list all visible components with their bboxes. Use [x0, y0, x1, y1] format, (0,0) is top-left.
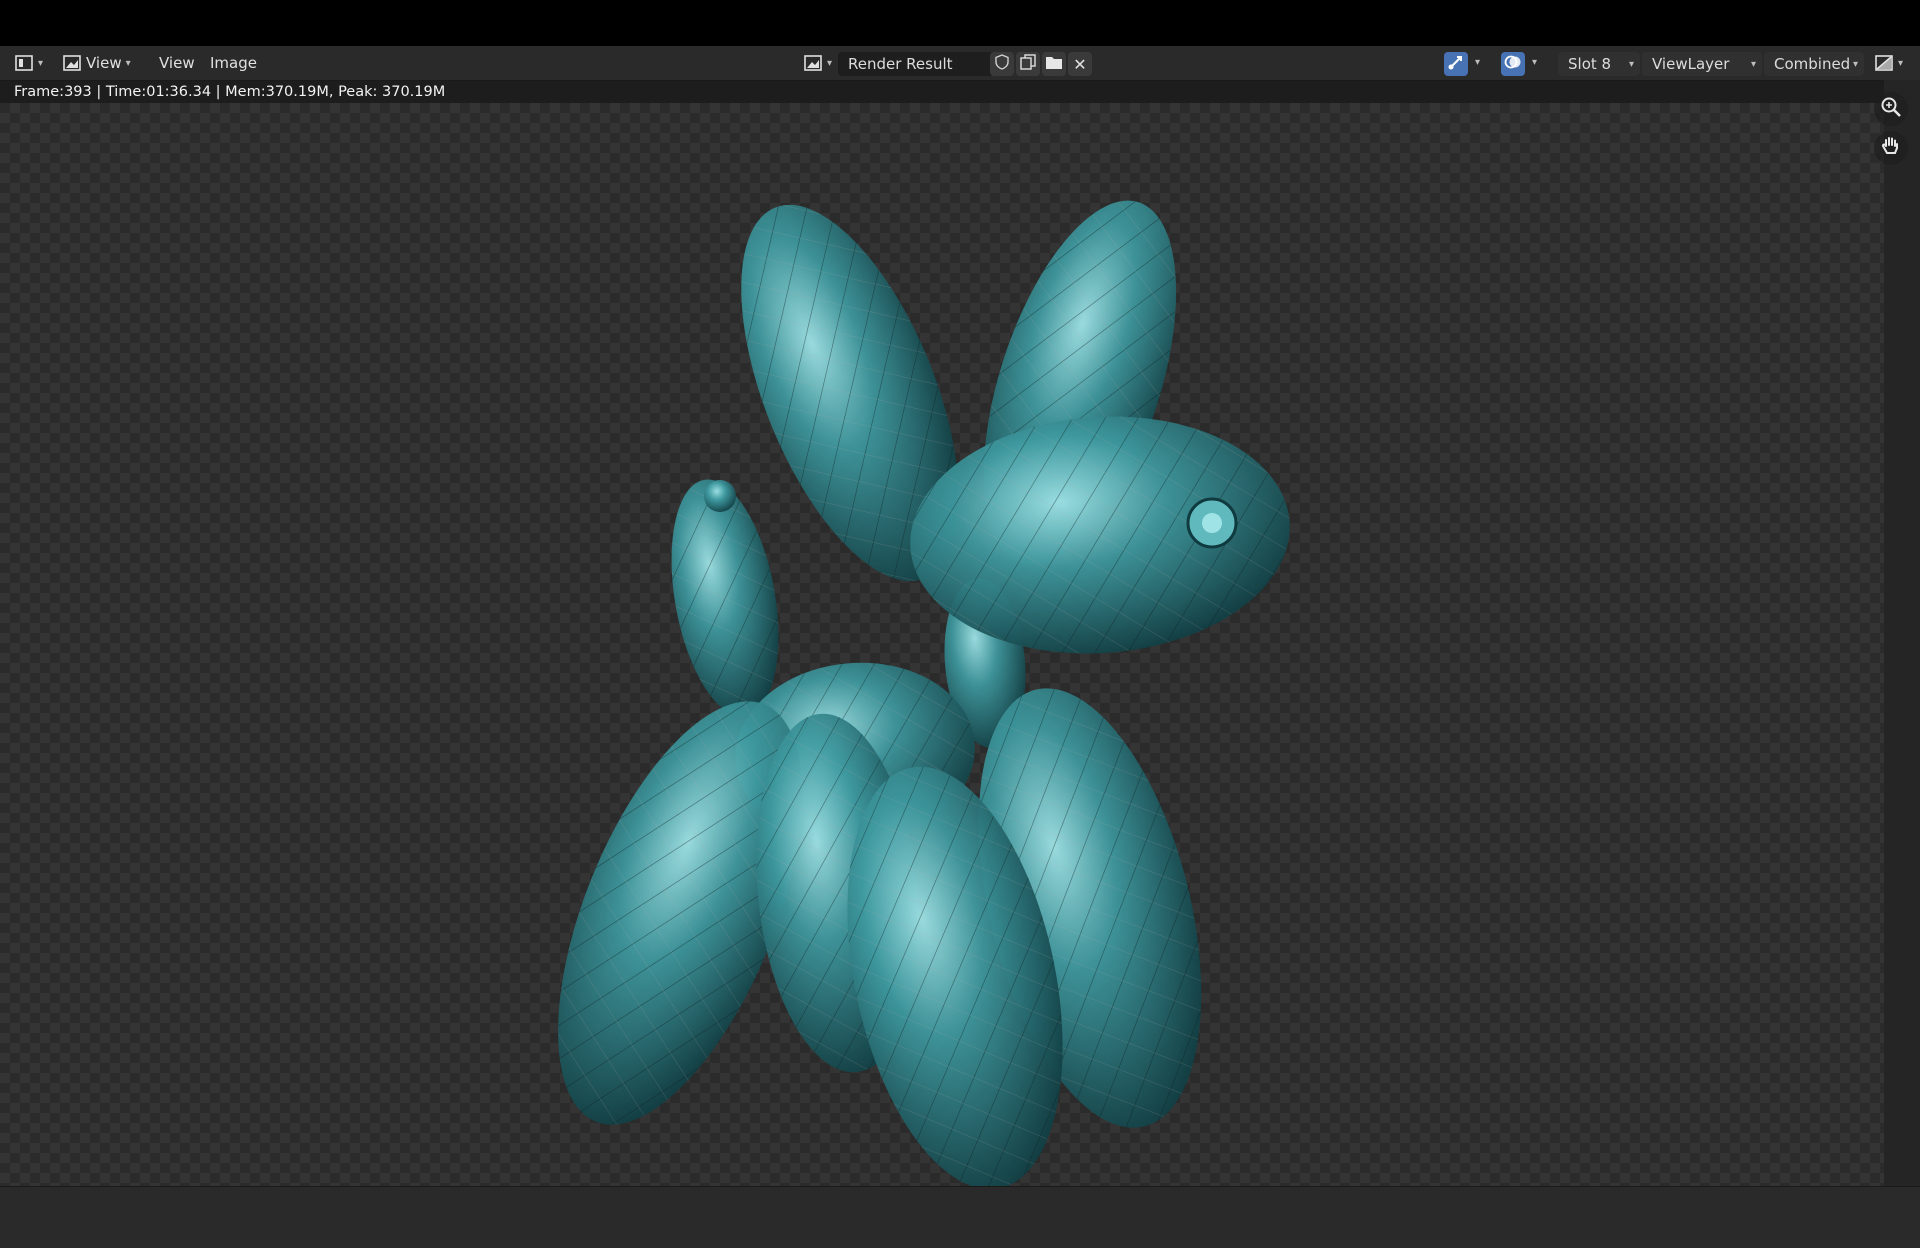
editor-type-button[interactable]: ▾	[14, 51, 43, 75]
image-editor-header: ▾ View ▾ View Image ▾ Render Result ✕ ▾ …	[0, 46, 1920, 81]
gizmo-options-chevron-down-icon[interactable]: ▾	[1475, 57, 1480, 68]
hand-icon	[1880, 135, 1902, 161]
view-menu[interactable]: View	[159, 51, 195, 75]
display-channels-dropdown[interactable]: ▾	[1874, 51, 1903, 75]
chevron-down-icon: ▾	[1750, 58, 1756, 70]
slot-dropdown[interactable]: Slot 8 ▾	[1558, 52, 1640, 76]
image-editor-icon	[14, 53, 34, 73]
window-top-bar	[0, 0, 1920, 46]
render-result-image	[558, 200, 1290, 1190]
image-name: Render Result	[848, 55, 953, 73]
slot-label: Slot 8	[1568, 55, 1612, 73]
fake-user-button[interactable]	[990, 52, 1014, 76]
chevron-down-icon: ▾	[1628, 58, 1634, 70]
open-image-button[interactable]	[1042, 52, 1066, 76]
duplicate-image-button[interactable]	[1016, 52, 1040, 76]
chevron-down-icon: ▾	[125, 57, 131, 69]
folder-icon	[1045, 54, 1063, 74]
chevron-down-icon: ▾	[1898, 57, 1904, 69]
overlay-options-chevron-down-icon[interactable]: ▾	[1532, 57, 1537, 68]
view-mode-dropdown[interactable]: View ▾	[62, 51, 131, 75]
pan-button[interactable]	[1874, 131, 1908, 165]
view-mode-label: View	[86, 54, 122, 72]
image-canvas[interactable]	[0, 103, 1884, 1190]
overlay-icon	[1504, 53, 1522, 75]
image-menu[interactable]: Image	[210, 51, 257, 75]
display-channels-icon	[1874, 53, 1894, 73]
render-pass-dropdown[interactable]: Combined ▾	[1764, 52, 1864, 76]
duplicate-icon	[1020, 54, 1036, 74]
image-view-icon	[62, 53, 82, 73]
zoom-button[interactable]	[1874, 92, 1908, 126]
bottom-bar	[0, 1186, 1920, 1248]
unlink-image-button[interactable]: ✕	[1068, 52, 1092, 76]
balloon-dog-render	[558, 200, 1290, 1190]
zoom-icon	[1880, 96, 1902, 122]
shield-icon	[994, 54, 1010, 74]
view-layer-dropdown[interactable]: ViewLayer ▾	[1642, 52, 1762, 76]
canvas-right-edge	[1884, 80, 1920, 1186]
gizmo-toggle[interactable]	[1444, 52, 1468, 76]
close-icon: ✕	[1073, 54, 1087, 74]
render-info-text: Frame:393 | Time:01:36.34 | Mem:370.19M,…	[14, 84, 446, 100]
overlay-toggle[interactable]	[1501, 52, 1525, 76]
view-layer-label: ViewLayer	[1652, 55, 1730, 73]
render-pass-label: Combined	[1774, 55, 1851, 73]
chevron-down-icon: ▾	[1852, 58, 1858, 70]
image-name-field[interactable]: Render Result	[838, 52, 998, 76]
image-browse-icon	[803, 53, 823, 73]
chevron-down-icon: ▾	[38, 57, 44, 69]
chevron-down-icon: ▾	[827, 57, 833, 69]
image-browse-button[interactable]: ▾	[803, 51, 832, 75]
gizmo-icon	[1447, 53, 1465, 75]
